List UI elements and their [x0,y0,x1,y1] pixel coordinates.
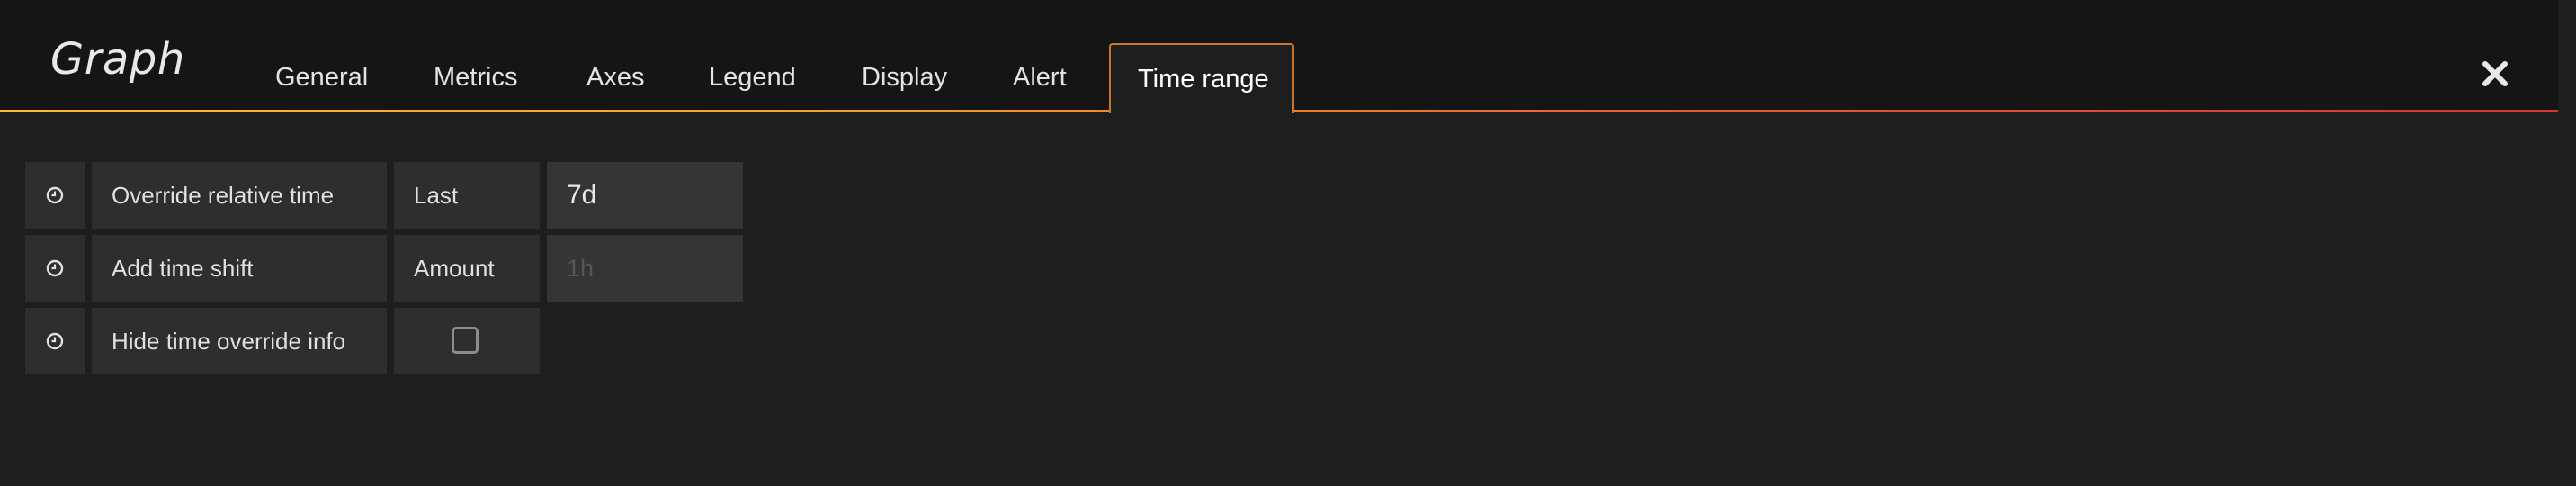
last-label: Last [394,162,540,229]
hide-time-override-info-checkbox[interactable] [452,327,479,354]
add-time-shift-toggle[interactable] [25,235,85,302]
clock-icon [46,259,64,277]
clock-icon [46,332,64,350]
add-time-shift-label: Add time shift [92,235,387,302]
hide-time-override-info-label: Hide time override info [92,308,387,374]
tab-metrics[interactable]: Metrics [407,43,544,112]
clock-icon [46,186,64,204]
editor-title: Graph [50,34,185,85]
editor-header: Graph General Metrics Axes Legend Displa… [0,0,2558,113]
time-shift-input[interactable]: 1h [547,235,743,302]
tab-legend[interactable]: Legend [682,43,823,112]
tab-general[interactable]: General [248,43,395,112]
panel-editor: Graph General Metrics Axes Legend Displa… [0,0,2576,486]
close-button[interactable] [2477,56,2513,92]
amount-label: Amount [394,235,540,302]
tab-axes[interactable]: Axes [559,43,671,112]
relative-time-input[interactable]: 7d [547,162,743,229]
override-relative-time-toggle[interactable] [25,162,85,229]
tab-time-range[interactable]: Time range [1109,43,1294,113]
hide-time-override-info-icon-box [25,308,85,374]
close-icon [2482,61,2508,86]
hide-time-override-info-checkbox-box[interactable] [394,308,540,374]
override-relative-time-label: Override relative time [92,162,387,229]
tab-alert[interactable]: Alert [986,43,1094,112]
tab-display[interactable]: Display [835,43,974,112]
